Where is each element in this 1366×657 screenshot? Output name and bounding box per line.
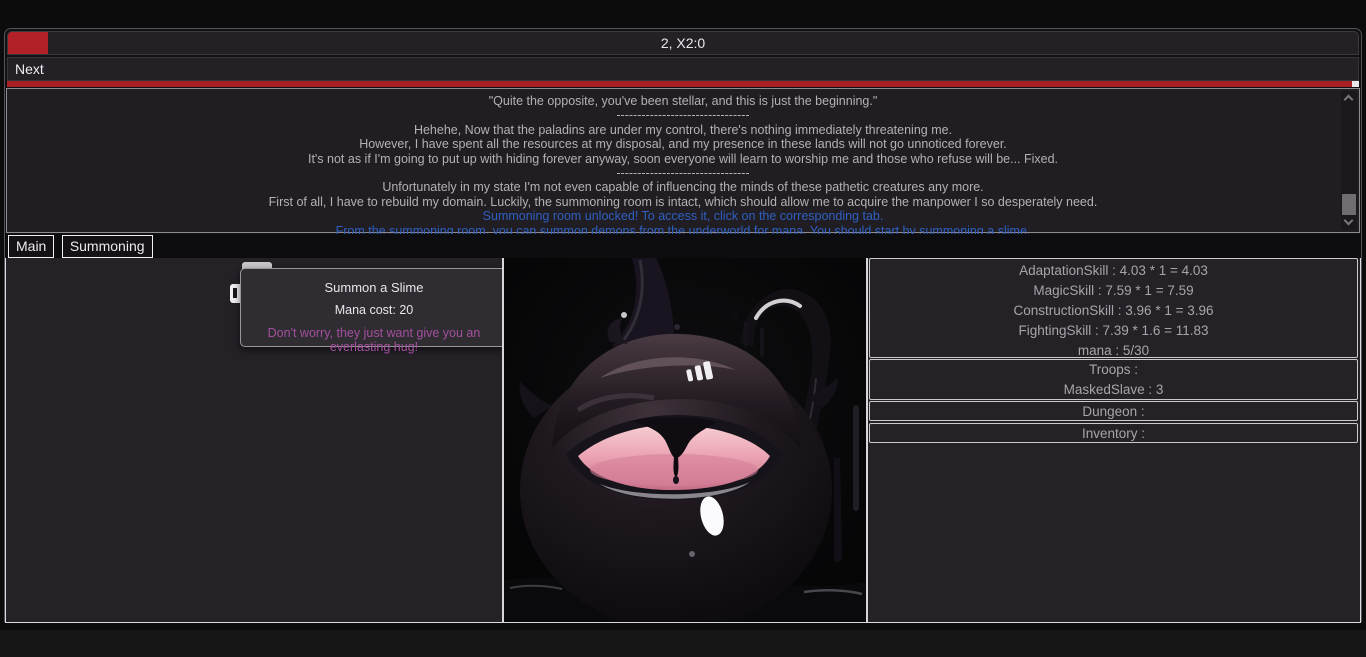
tab-summoning[interactable]: Summoning — [62, 235, 153, 258]
next-progress-bar — [7, 81, 1359, 87]
story-log: "Quite the opposite, you've been stellar… — [6, 88, 1360, 233]
log-line: First of all, I have to rebuild my domai… — [7, 195, 1359, 209]
summon-tooltip: Summon a Slime Mana cost: 20 Don't worry… — [240, 268, 508, 347]
scroll-down-button[interactable] — [1341, 215, 1357, 230]
inventory-box: Inventory : — [869, 423, 1358, 443]
slime-artwork-panel — [502, 258, 868, 623]
tab-main[interactable]: Main — [8, 235, 54, 258]
log-line: Hehehe, Now that the paladins are under … — [7, 123, 1359, 137]
log-separator: -------------------------------- — [7, 108, 1359, 122]
tooltip-flavor-text: Don't worry, they just want give you an … — [241, 326, 507, 354]
tab-bar: Main Summoning — [5, 234, 1361, 258]
next-button[interactable]: Next — [7, 57, 1359, 81]
inventory-header: Inventory : — [870, 424, 1357, 443]
log-line: However, I have spent all the resources … — [7, 137, 1359, 151]
log-line: "Quite the opposite, you've been stellar… — [7, 94, 1359, 108]
stats-panel: AdaptationSkill : 4.03 * 1 = 4.03 MagicS… — [868, 258, 1361, 623]
skills-box: AdaptationSkill : 4.03 * 1 = 4.03 MagicS… — [869, 258, 1358, 358]
slime-artwork — [504, 258, 866, 622]
troops-header: Troops : — [870, 360, 1357, 380]
troops-box: Troops : MaskedSlave : 3 — [869, 359, 1358, 400]
xp-label: 2, X2:0 — [8, 32, 1358, 54]
log-line: It's not as if I'm going to put up with … — [7, 152, 1359, 166]
dungeon-header: Dungeon : — [870, 402, 1357, 421]
tooltip-title: Summon a Slime — [241, 280, 507, 295]
xp-progress-bar: 2, X2:0 — [7, 31, 1359, 55]
game-window: 2, X2:0 Next "Quite the opposite, you've… — [4, 28, 1362, 622]
mana-counter: mana : 5/30 — [870, 341, 1357, 358]
next-progress-fill — [7, 81, 1352, 87]
scroll-up-button[interactable] — [1341, 91, 1357, 106]
chevron-down-icon — [1344, 216, 1354, 226]
dungeon-box: Dungeon : — [869, 401, 1358, 421]
log-separator: -------------------------------- — [7, 166, 1359, 180]
log-line-unlock: Summoning room unlocked! To access it, c… — [7, 209, 1359, 223]
troops-entry: MaskedSlave : 3 — [870, 380, 1357, 400]
log-line: Unfortunately in my state I'm not even c… — [7, 180, 1359, 194]
chevron-up-icon — [1344, 95, 1354, 105]
tooltip-mana-cost: Mana cost: 20 — [241, 303, 507, 317]
skill-fighting: FightingSkill : 7.39 * 1.6 = 11.83 — [870, 321, 1357, 341]
skill-construction: ConstructionSkill : 3.96 * 1 = 3.96 — [870, 301, 1357, 321]
skill-adaptation: AdaptationSkill : 4.03 * 1 = 4.03 — [870, 261, 1357, 281]
summoning-room-view: Summon a Slime Mana cost: 20 Don't worry… — [5, 258, 1361, 623]
skill-magic: MagicSkill : 7.59 * 1 = 7.59 — [870, 281, 1357, 301]
summon-actions-panel: Summon a Slime Mana cost: 20 Don't worry… — [5, 258, 502, 623]
footer-bar — [0, 630, 1366, 657]
game-screen: 2, X2:0 Next "Quite the opposite, you've… — [0, 0, 1366, 657]
log-scrollbar[interactable] — [1341, 91, 1357, 230]
